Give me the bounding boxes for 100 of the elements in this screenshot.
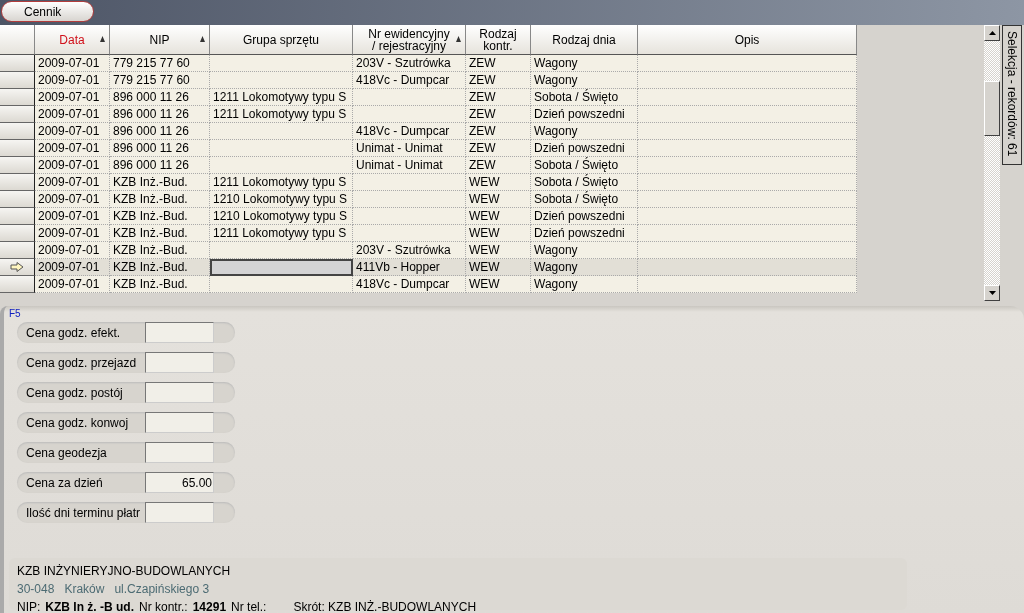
address-text: ul.Czapińskiego 3 <box>114 582 210 596</box>
client-name: KZB INŻYNIERYJNO-BUDOWLANYCH <box>17 564 231 578</box>
detail-label: Nr kontr.: <box>139 600 188 613</box>
detail-value: KZB In ż. -B ud. <box>45 600 134 613</box>
up-arrow-icon <box>988 31 996 35</box>
table-cell: KZB Inż.-Bud. <box>110 174 210 191</box>
cennik-button[interactable]: Cennik <box>1 1 94 22</box>
column-header[interactable]: Data <box>35 25 110 55</box>
table-cell: 779 215 77 60 <box>110 72 210 89</box>
table-cell: 2009-07-01 <box>35 55 110 72</box>
pointer-arrow-icon <box>10 262 24 272</box>
column-header[interactable]: Opis <box>638 25 857 55</box>
row-selector[interactable] <box>0 89 35 106</box>
table-cell: ZEW <box>466 106 531 123</box>
table-cell: 2009-07-01 <box>35 106 110 123</box>
table-cell: Sobota / Święto <box>531 191 638 208</box>
row-selector[interactable] <box>0 242 35 259</box>
table-cell: ZEW <box>466 89 531 106</box>
column-header[interactable]: Rodzaj kontr. <box>466 25 531 55</box>
table-cell: 418Vc - Dumpcar <box>353 123 466 140</box>
input-field[interactable] <box>145 412 214 433</box>
table-cell: 1211 Lokomotywy typu S <box>210 89 353 106</box>
row-selector[interactable] <box>0 123 35 140</box>
table-cell: 2009-07-01 <box>35 72 110 89</box>
address-text: 30-048 <box>17 582 55 596</box>
detail-label: Nr tel.: <box>231 600 267 613</box>
input-field[interactable] <box>145 502 214 523</box>
row-selector[interactable] <box>0 191 35 208</box>
table-cell: WEW <box>466 276 531 293</box>
row-selector[interactable] <box>0 55 35 72</box>
input-field[interactable] <box>145 352 214 373</box>
input-field[interactable] <box>145 442 214 463</box>
table-cell: Unimat - Unimat <box>353 140 466 157</box>
scroll-down-button[interactable] <box>984 285 1000 301</box>
row-selector[interactable] <box>0 259 35 276</box>
table-cell: KZB Inż.-Bud. <box>110 225 210 242</box>
table-cell: 1211 Lokomotywy typu S <box>210 174 353 191</box>
scrollbar-thumb[interactable] <box>984 81 1000 136</box>
table-cell: 418Vc - Dumpcar <box>353 72 466 89</box>
table-cell: 2009-07-01 <box>35 225 110 242</box>
table-cell: 896 000 11 26 <box>110 157 210 174</box>
field-label: Cena godz. efekt. <box>25 325 122 340</box>
table-cell: WEW <box>466 174 531 191</box>
field-label: Cena godz. postój <box>25 385 124 400</box>
input-field[interactable] <box>145 322 214 343</box>
row-selector[interactable] <box>0 208 35 225</box>
table-cell: 2009-07-01 <box>35 208 110 225</box>
input-field[interactable] <box>145 382 214 403</box>
row-selector[interactable] <box>0 72 35 89</box>
table-cell: 779 215 77 60 <box>110 55 210 72</box>
table-cell: WEW <box>466 259 531 276</box>
table-cell: 2009-07-01 <box>35 140 110 157</box>
table-cell: Dzień powszedni <box>531 225 638 242</box>
column-header[interactable]: Nr ewidencyjny / rejestracyjny <box>353 25 466 55</box>
row-selector[interactable] <box>0 157 35 174</box>
table-cell: Dzień powszedni <box>531 208 638 225</box>
row-selector[interactable] <box>0 276 35 293</box>
field-label: Cena za dzień <box>25 475 104 490</box>
table-cell: 2009-07-01 <box>35 242 110 259</box>
field-label: Cena godz. konwoj <box>25 415 130 430</box>
column-header[interactable]: Grupa sprzętu <box>210 25 353 55</box>
table-cell: KZB Inż.-Bud. <box>110 242 210 259</box>
table-cell: 2009-07-01 <box>35 191 110 208</box>
table-cell: 896 000 11 26 <box>110 140 210 157</box>
table-cell: ZEW <box>466 157 531 174</box>
table-cell: 896 000 11 26 <box>110 106 210 123</box>
short-name-text: Skrót: KZB INŻ.-BUDOWLANYCH <box>293 600 477 613</box>
row-selector[interactable] <box>0 174 35 191</box>
table-cell: 411Vb - Hopper <box>353 259 466 276</box>
row-selector[interactable] <box>0 225 35 242</box>
column-header[interactable]: NIP <box>110 25 210 55</box>
input-field[interactable]: 65.00 <box>145 472 214 493</box>
table-cell: 1211 Lokomotywy typu S <box>210 106 353 123</box>
hotkey-label: F5 <box>9 308 22 321</box>
table-cell: Wagony <box>531 55 638 72</box>
table-cell: 2009-07-01 <box>35 157 110 174</box>
table-cell: 2009-07-01 <box>35 123 110 140</box>
row-header-corner <box>0 25 35 55</box>
row-selector[interactable] <box>0 106 35 123</box>
field-label: Cena godz. przejazd <box>25 355 138 370</box>
row-selector[interactable] <box>0 140 35 157</box>
table-cell: ZEW <box>466 72 531 89</box>
table-cell: 418Vc - Dumpcar <box>353 276 466 293</box>
table-cell: KZB Inż.-Bud. <box>110 191 210 208</box>
field-label: Ilość dni terminu płatr <box>25 505 142 520</box>
address-text: Kraków <box>64 582 105 596</box>
down-arrow-icon <box>988 291 996 295</box>
table-cell: 1211 Lokomotywy typu S <box>210 225 353 242</box>
column-header[interactable]: Rodzaj dnia <box>531 25 638 55</box>
table-cell: Sobota / Święto <box>531 89 638 106</box>
selection-tab[interactable]: Selekcja - rekordów: 61 <box>1002 25 1022 165</box>
table-cell: Sobota / Święto <box>531 174 638 191</box>
table-cell: 1210 Lokomotywy typu S <box>210 191 353 208</box>
detail-label: NIP: <box>17 600 41 613</box>
table-cell: 1210 Lokomotywy typu S <box>210 208 353 225</box>
table-cell: Sobota / Święto <box>531 157 638 174</box>
scroll-up-button[interactable] <box>984 25 1000 41</box>
field-label: Cena geodezja <box>25 445 108 460</box>
table-cell: 2009-07-01 <box>35 259 110 276</box>
table-cell: Dzień powszedni <box>531 106 638 123</box>
